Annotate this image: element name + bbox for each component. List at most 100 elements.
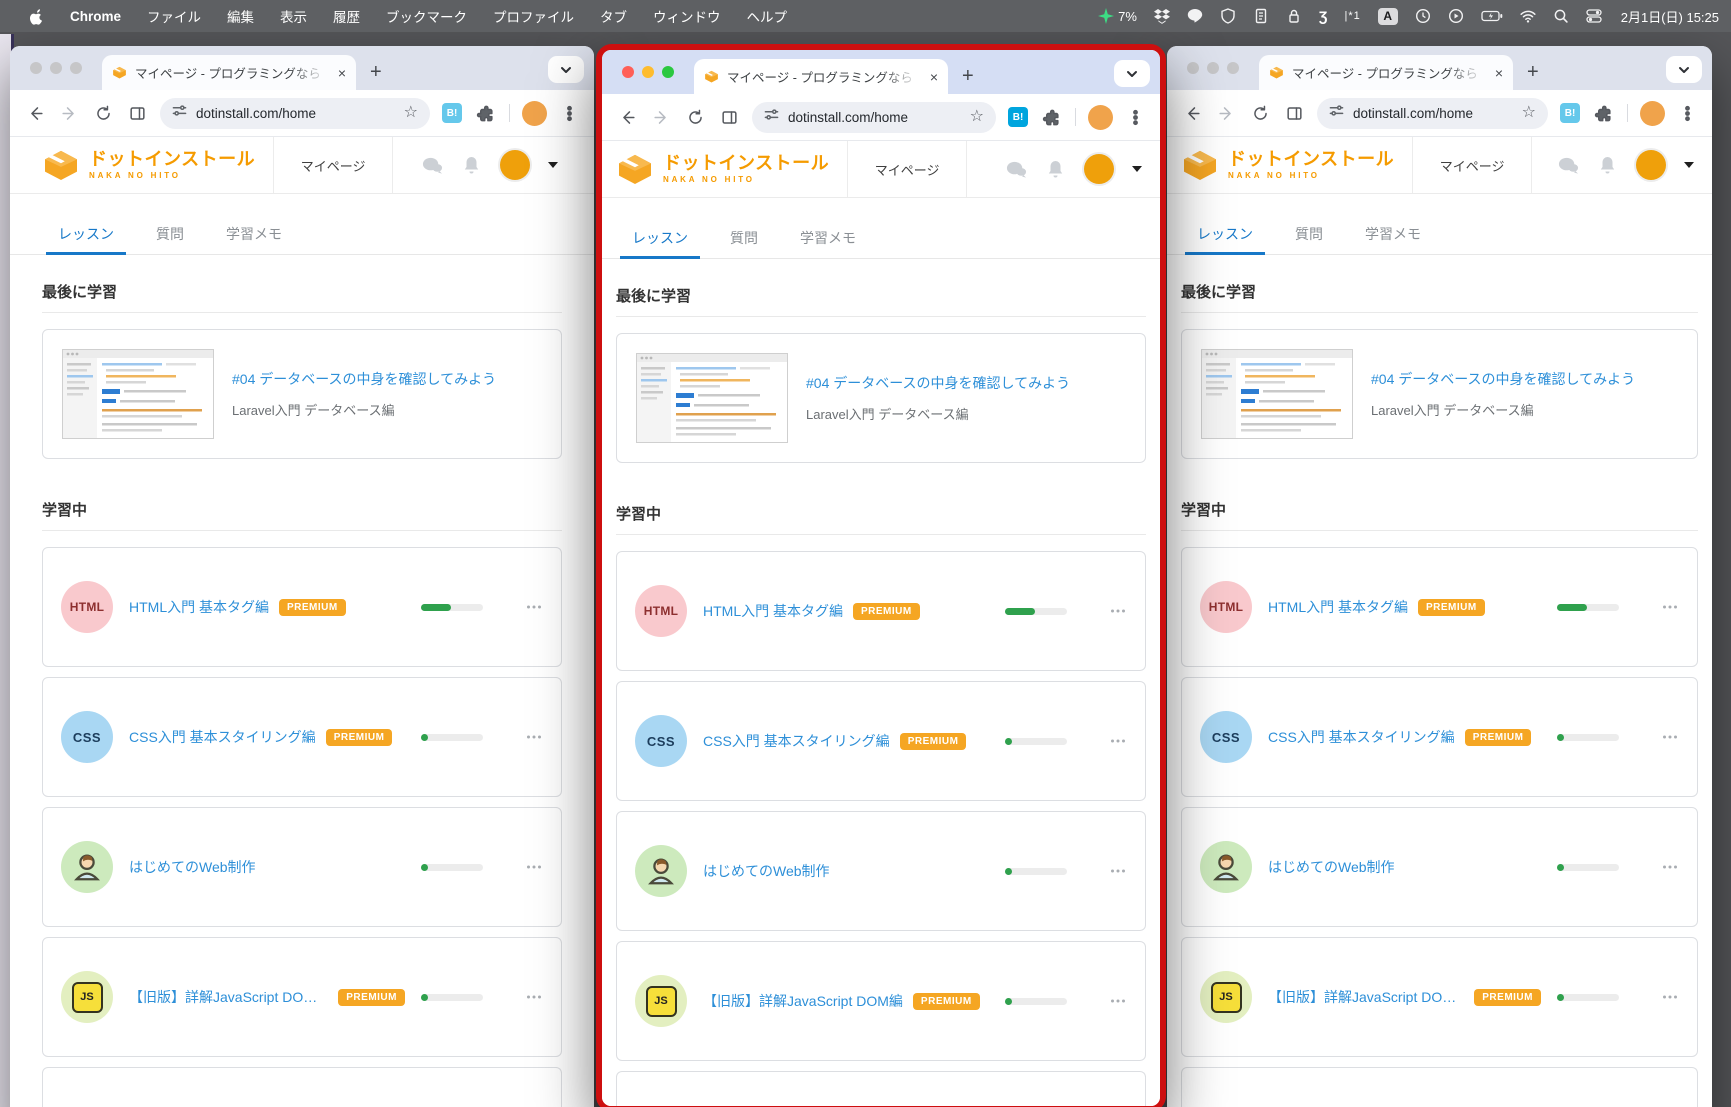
dropbox-icon[interactable] xyxy=(1154,8,1170,24)
new-tab-button[interactable]: + xyxy=(1527,62,1539,82)
side-panel-button[interactable] xyxy=(122,98,152,128)
extensions-button[interactable] xyxy=(1036,102,1066,132)
url-bar[interactable]: dotinstall.com/home ☆ xyxy=(160,98,430,129)
tab-close-button[interactable]: × xyxy=(336,64,348,82)
hatena-bookmark-extension-button[interactable]: B! xyxy=(1560,103,1580,123)
browser-menu-button[interactable] xyxy=(554,98,584,128)
notifications-bell-button[interactable] xyxy=(1597,156,1618,175)
user-avatar-button[interactable] xyxy=(1636,150,1666,180)
close-window-button[interactable] xyxy=(30,62,42,74)
site-logo[interactable]: ドットインストール NAKA NO HITO xyxy=(1167,137,1412,193)
site-settings-icon[interactable] xyxy=(172,103,187,123)
forward-button[interactable] xyxy=(1211,98,1241,128)
course-options-button[interactable] xyxy=(1661,728,1679,746)
nav-mypage[interactable]: マイページ xyxy=(273,137,393,193)
forward-button[interactable] xyxy=(54,98,84,128)
site-settings-icon[interactable] xyxy=(764,107,779,127)
site-settings-icon[interactable] xyxy=(1329,103,1344,123)
menubar-item[interactable]: ファイル xyxy=(147,6,201,26)
user-avatar-button[interactable] xyxy=(1084,154,1114,184)
course-options-button[interactable] xyxy=(1109,992,1127,1010)
browser-menu-button[interactable] xyxy=(1672,98,1702,128)
lesson-thumbnail[interactable] xyxy=(62,349,214,439)
menubar-clock[interactable]: 2月1日(日) 15:25 xyxy=(1621,7,1719,26)
course-options-button[interactable] xyxy=(525,598,543,616)
tab-lessons[interactable]: レッスン xyxy=(616,218,704,258)
browser-menu-button[interactable] xyxy=(1120,102,1150,132)
battery-icon[interactable] xyxy=(1481,8,1503,24)
side-panel-button[interactable] xyxy=(714,102,744,132)
course-link[interactable]: 【旧版】詳解JavaScript DOM編 xyxy=(703,991,903,1011)
profile-avatar-button[interactable] xyxy=(1088,105,1113,130)
browser-tab[interactable]: マイページ - プログラミングなら × xyxy=(1259,55,1513,90)
bookmark-star-button[interactable]: ☆ xyxy=(970,109,984,125)
last-lesson-link[interactable]: #04 データベースの中身を確認してみよう xyxy=(1371,369,1635,389)
course-icon[interactable] xyxy=(635,845,687,897)
course-icon[interactable]: CSS xyxy=(61,711,113,763)
last-lesson-link[interactable]: #04 データベースの中身を確認してみよう xyxy=(232,369,496,389)
menubar-item[interactable]: プロファイル xyxy=(493,6,574,26)
zoom-window-button[interactable] xyxy=(1227,62,1239,74)
menubar-item[interactable]: タブ xyxy=(600,6,627,26)
lesson-thumbnail[interactable] xyxy=(636,353,788,443)
url-bar[interactable]: dotinstall.com/home ☆ xyxy=(752,102,996,133)
notifications-bell-button[interactable] xyxy=(1045,160,1066,179)
course-link[interactable]: 【旧版】詳解JavaScript DOM編 xyxy=(1268,987,1464,1007)
tab-questions[interactable]: 質問 xyxy=(140,214,200,254)
apple-menu-icon[interactable] xyxy=(30,8,44,25)
nav-mypage[interactable]: マイページ xyxy=(1412,137,1532,193)
hatena-bookmark-extension-button[interactable]: B! xyxy=(1008,107,1028,127)
tab-lessons[interactable]: レッスン xyxy=(42,214,130,254)
course-options-button[interactable] xyxy=(525,988,543,1006)
line-app-icon[interactable] xyxy=(1187,8,1203,24)
menubar-app-name[interactable]: Chrome xyxy=(70,9,121,24)
lesson-thumbnail[interactable] xyxy=(1201,349,1353,439)
course-link[interactable]: CSS入門 基本スタイリング編 xyxy=(703,731,890,751)
course-link[interactable]: CSS入門 基本スタイリング編 xyxy=(1268,727,1455,747)
sync-status-icon[interactable]: 7% xyxy=(1098,8,1137,24)
menubar-item[interactable]: ブックマーク xyxy=(386,6,467,26)
site-logo[interactable]: ドットインストール NAKA NO HITO xyxy=(10,137,273,193)
close-window-button[interactable] xyxy=(622,66,634,78)
tab-search-button[interactable] xyxy=(548,56,584,83)
browser-tab[interactable]: マイページ - プログラミングなら × xyxy=(102,55,356,90)
menubar-item[interactable]: 編集 xyxy=(227,6,254,26)
course-options-button[interactable] xyxy=(1661,598,1679,616)
last-lesson-link[interactable]: #04 データベースの中身を確認してみよう xyxy=(806,373,1070,393)
messages-icon-button[interactable] xyxy=(1006,160,1027,179)
play-status-icon[interactable] xyxy=(1448,8,1464,24)
course-link[interactable]: HTML入門 基本タグ編 xyxy=(129,597,269,617)
menubar-item[interactable]: 表示 xyxy=(280,6,307,26)
minimize-window-button[interactable] xyxy=(642,66,654,78)
hatena-bookmark-extension-button[interactable]: B! xyxy=(442,103,462,123)
zoom-window-button[interactable] xyxy=(70,62,82,74)
lock-icon[interactable] xyxy=(1286,8,1302,24)
menubar-item[interactable]: ウィンドウ xyxy=(653,6,721,26)
close-window-button[interactable] xyxy=(1187,62,1199,74)
course-icon[interactable]: JS xyxy=(635,975,687,1027)
course-link[interactable]: CSS入門 基本スタイリング編 xyxy=(129,727,316,747)
wifi-icon[interactable] xyxy=(1520,8,1536,24)
messages-icon-button[interactable] xyxy=(422,156,443,175)
bookmark-star-button[interactable]: ☆ xyxy=(1522,105,1536,121)
course-icon[interactable]: CSS xyxy=(1200,711,1252,763)
tab-close-button[interactable]: × xyxy=(1493,64,1505,82)
reload-button[interactable] xyxy=(1245,98,1275,128)
zoom-window-button[interactable] xyxy=(662,66,674,78)
course-options-button[interactable] xyxy=(1109,732,1127,750)
new-tab-button[interactable]: + xyxy=(370,62,382,82)
input-source-icon[interactable]: A xyxy=(1378,8,1398,25)
menubar-item[interactable]: ヘルプ xyxy=(747,6,788,26)
course-options-button[interactable] xyxy=(1109,862,1127,880)
nav-mypage[interactable]: マイページ xyxy=(847,141,967,197)
menubar-item[interactable]: 履歴 xyxy=(333,6,360,26)
course-icon[interactable]: HTML xyxy=(61,581,113,633)
course-icon[interactable]: JS xyxy=(1200,971,1252,1023)
url-bar[interactable]: dotinstall.com/home ☆ xyxy=(1317,98,1548,129)
chrome-window[interactable]: マイページ - プログラミングなら × + xyxy=(1167,46,1712,1107)
notifications-bell-button[interactable] xyxy=(461,156,482,175)
back-button[interactable] xyxy=(612,102,642,132)
tab-search-button[interactable] xyxy=(1114,60,1150,87)
extensions-button[interactable] xyxy=(1588,98,1618,128)
course-options-button[interactable] xyxy=(1109,602,1127,620)
